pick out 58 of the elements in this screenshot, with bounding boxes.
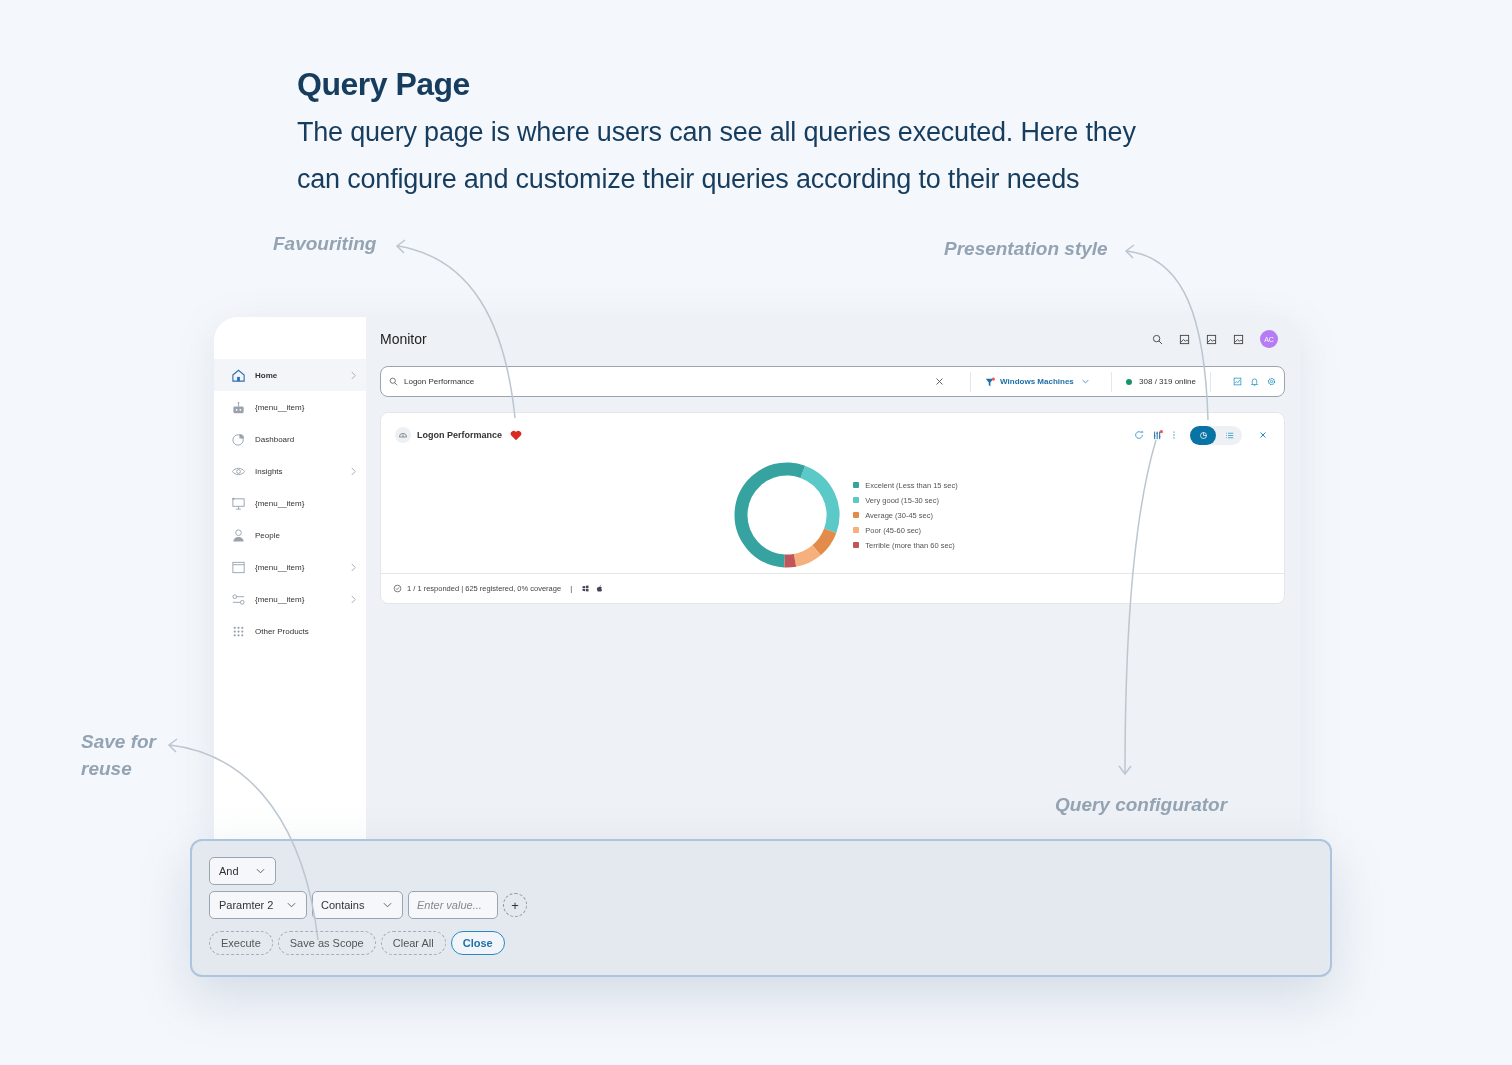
search-query: Logon Performance: [404, 377, 476, 386]
sidebar-item[interactable]: {menu__item}: [214, 551, 366, 583]
sidebar-item[interactable]: {menu__item}: [214, 487, 366, 519]
pie-icon: [231, 431, 246, 447]
sidebar-item[interactable]: Dashboard: [214, 423, 366, 455]
image-icon[interactable]: [1206, 333, 1217, 345]
filter-dropdown[interactable]: Windows Machines: [985, 376, 1098, 387]
list-icon: [1224, 430, 1234, 440]
close-icon[interactable]: [935, 377, 945, 386]
page-heading: Monitor: [380, 331, 428, 347]
parameter-dropdown[interactable]: Paramter 2: [209, 891, 307, 919]
window-icon: [231, 559, 246, 575]
sidebar-item[interactable]: Insights: [214, 455, 366, 487]
value-input[interactable]: Enter value...: [408, 891, 498, 919]
pie-chart-icon: [1198, 430, 1208, 440]
sidebar-item[interactable]: {menu__item}: [214, 391, 366, 423]
search-bar[interactable]: Logon Performance Windows Machines 308 / 319 online: [380, 366, 1285, 397]
filter-icon: [985, 376, 996, 387]
home-icon: [231, 367, 246, 383]
bell-icon[interactable]: [1250, 377, 1259, 386]
chart-icon[interactable]: [1233, 377, 1242, 386]
image-icon[interactable]: [1233, 333, 1244, 345]
monitor-icon: [231, 495, 246, 511]
condition-dropdown[interactable]: Contains: [312, 891, 403, 919]
robot-icon: [231, 399, 246, 415]
heart-icon[interactable]: [510, 429, 522, 441]
sidebar-item[interactable]: {menu__item}: [214, 583, 366, 615]
chevron-icon: [1081, 379, 1089, 384]
page-description: The query page is where users can see all queries executed. Here they can configure and customize their queries according to their needs: [297, 116, 1137, 196]
chevron-icon: [287, 902, 296, 908]
annotation-label: Query configurator: [1055, 794, 1228, 816]
close-button[interactable]: Close: [450, 931, 505, 955]
operator-dropdown[interactable]: And: [209, 857, 276, 885]
apple-icon: [595, 584, 605, 593]
sliders-icon[interactable]: [1153, 430, 1163, 440]
check-circle-icon: [393, 584, 402, 593]
toggles-icon: [231, 591, 246, 607]
windows-icon: [581, 584, 591, 593]
chevron-icon: [256, 868, 265, 874]
card-title: Logon Performance: [417, 430, 502, 440]
gauge-icon: [395, 427, 411, 443]
sidebar-item[interactable]: Home: [214, 359, 366, 391]
search-icon: [389, 377, 398, 386]
person-icon: [231, 527, 246, 543]
close-icon[interactable]: [1258, 430, 1268, 440]
page-title: Query Page: [297, 66, 471, 103]
chart-view-toggle[interactable]: [1190, 425, 1216, 445]
online-count: 308 / 319 online: [1139, 377, 1196, 386]
chevron-icon: [383, 902, 392, 908]
status-dot: [1126, 378, 1133, 385]
sidebar-item[interactable]: People: [214, 519, 366, 551]
annotation-label: Save for reuse: [81, 730, 158, 781]
search-icon[interactable]: [1152, 333, 1163, 345]
settings-icon[interactable]: [1267, 377, 1276, 386]
image-icon[interactable]: [1179, 333, 1190, 345]
annotation-label: Presentation style: [944, 238, 1108, 260]
sidebar-item[interactable]: Other Products: [214, 615, 366, 647]
annotation-label: Favouriting: [273, 233, 377, 255]
